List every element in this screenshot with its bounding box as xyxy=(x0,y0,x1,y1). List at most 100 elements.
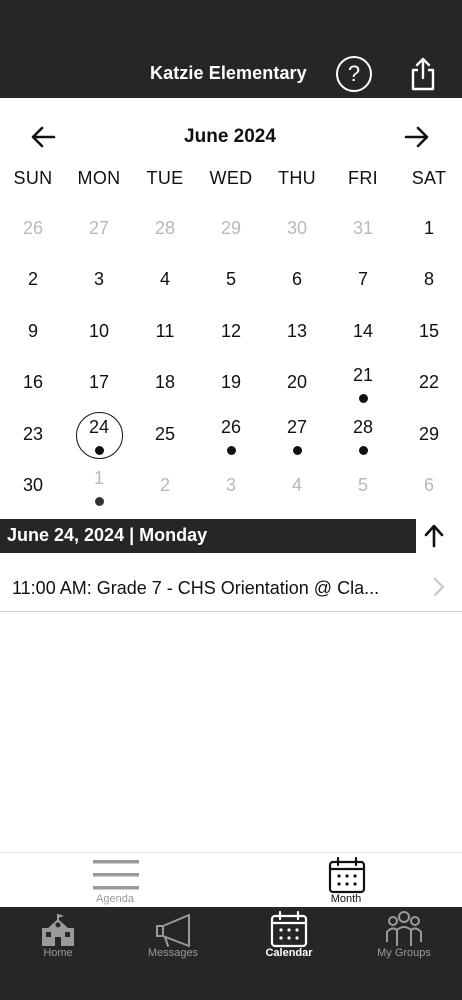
calendar-day[interactable]: 16 xyxy=(0,357,66,408)
calendar-day[interactable]: 27 xyxy=(66,203,132,254)
calendar-day[interactable]: 23 xyxy=(0,409,66,460)
calendar-day[interactable]: 26 xyxy=(0,203,66,254)
tab-my-groups[interactable]: My Groups xyxy=(346,907,462,967)
share-button[interactable] xyxy=(407,56,439,92)
day-number: 23 xyxy=(22,423,44,444)
calendar-day[interactable]: 27 xyxy=(264,409,330,460)
calendar-day[interactable]: 11 xyxy=(132,306,198,357)
weekday-label: SAT xyxy=(411,168,447,188)
school-title: Katzie Elementary xyxy=(150,63,307,83)
messages-label: Messages xyxy=(147,947,199,959)
weekday-label: WED xyxy=(209,168,253,188)
calendar-day[interactable]: 21 xyxy=(330,357,396,408)
calendar-day[interactable]: 29 xyxy=(396,409,462,460)
event-indicator-dot xyxy=(359,445,368,455)
day-number: 29 xyxy=(418,423,440,444)
collapse-calendar-button[interactable] xyxy=(420,522,448,550)
day-number: 16 xyxy=(22,372,44,393)
calendar-day[interactable]: 5 xyxy=(198,254,264,305)
calendar-day[interactable]: 30 xyxy=(264,203,330,254)
day-number: 29 xyxy=(220,218,242,238)
calendar-day[interactable]: 18 xyxy=(132,357,198,408)
groups-label: My Groups xyxy=(377,947,431,959)
day-number: 24 xyxy=(88,416,110,437)
day-number: 15 xyxy=(418,320,440,341)
calendar-day[interactable]: 6 xyxy=(396,460,462,511)
tab-calendar[interactable]: Calendar xyxy=(231,907,347,967)
agenda-view-tab[interactable]: Agenda xyxy=(65,853,165,908)
weekday-label: THU xyxy=(278,168,316,188)
previous-month-button[interactable] xyxy=(26,120,62,154)
calendar-day[interactable]: 29 xyxy=(198,203,264,254)
calendar-day[interactable]: 12 xyxy=(198,306,264,357)
calendar-day[interactable]: 3 xyxy=(66,254,132,305)
day-number: 25 xyxy=(154,423,176,444)
day-number: 30 xyxy=(22,474,44,495)
month-view-tab[interactable]: Month xyxy=(296,853,396,908)
calendar-day[interactable]: 28 xyxy=(330,409,396,460)
calendar-day[interactable]: 22 xyxy=(396,357,462,408)
view-switcher: Agenda Month xyxy=(0,852,462,907)
selected-date-label: June 24, 2024 | Monday xyxy=(7,525,208,545)
day-number: 26 xyxy=(220,416,242,437)
help-button[interactable]: ? xyxy=(336,56,372,92)
share-icon xyxy=(411,57,435,91)
bottom-tab-bar: Home Messages Calendar My Groups xyxy=(0,907,462,1000)
calendar-day[interactable]: 17 xyxy=(66,357,132,408)
calendar-day[interactable]: 25 xyxy=(132,409,198,460)
tab-messages[interactable]: Messages xyxy=(115,907,231,967)
calendar-day[interactable]: 4 xyxy=(264,460,330,511)
home-label: Home xyxy=(43,947,73,959)
selected-date-bar: June 24, 2024 | Monday xyxy=(0,519,416,553)
calendar-day[interactable]: 15 xyxy=(396,306,462,357)
calendar-day[interactable]: 1 xyxy=(66,460,132,511)
calendar-day-selected[interactable]: 24 xyxy=(66,409,132,460)
day-number: 5 xyxy=(357,474,368,495)
day-number: 30 xyxy=(286,218,308,238)
arrow-right-icon xyxy=(404,126,429,148)
calendar-day[interactable]: 2 xyxy=(132,460,198,511)
calendar-day[interactable]: 2 xyxy=(0,254,66,305)
day-number: 1 xyxy=(423,218,434,238)
calendar-day[interactable]: 7 xyxy=(330,254,396,305)
weekday-label: SUN xyxy=(13,168,53,188)
calendar-day[interactable]: 10 xyxy=(66,306,132,357)
day-number: 22 xyxy=(418,372,440,393)
day-number: 2 xyxy=(27,269,38,290)
day-number: 10 xyxy=(88,320,110,341)
day-number: 6 xyxy=(291,269,302,290)
calendar-day[interactable]: 1 xyxy=(396,203,462,254)
event-title: 11:00 AM: Grade 7 - CHS Orientation @ Cl… xyxy=(12,578,380,598)
day-number: 21 xyxy=(352,365,374,386)
day-number: 19 xyxy=(220,372,242,393)
calendar-day[interactable]: 30 xyxy=(0,460,66,511)
calendar-day[interactable]: 6 xyxy=(264,254,330,305)
day-number: 31 xyxy=(352,218,374,238)
day-number: 13 xyxy=(286,320,308,341)
event-indicator-dot xyxy=(95,445,104,455)
calendar-day[interactable]: 4 xyxy=(132,254,198,305)
calendar-day[interactable]: 19 xyxy=(198,357,264,408)
calendar-day[interactable]: 26 xyxy=(198,409,264,460)
app-header: Katzie Elementary ? xyxy=(0,0,462,98)
calendar-day[interactable]: 13 xyxy=(264,306,330,357)
calendar-day[interactable]: 3 xyxy=(198,460,264,511)
calendar-day[interactable]: 28 xyxy=(132,203,198,254)
next-month-button[interactable] xyxy=(398,120,434,154)
day-number: 27 xyxy=(286,416,308,437)
event-list-item[interactable]: 11:00 AM: Grade 7 - CHS Orientation @ Cl… xyxy=(0,563,462,612)
calendar-day[interactable]: 14 xyxy=(330,306,396,357)
calendar-day[interactable]: 20 xyxy=(264,357,330,408)
day-number: 3 xyxy=(93,269,104,290)
chevron-right-icon xyxy=(433,577,445,597)
day-number: 26 xyxy=(22,218,44,238)
calendar-grid-icon xyxy=(328,856,366,894)
calendar-day[interactable]: 5 xyxy=(330,460,396,511)
day-number: 6 xyxy=(423,474,434,495)
day-number: 9 xyxy=(27,320,38,341)
calendar-day[interactable]: 9 xyxy=(0,306,66,357)
tab-home[interactable]: Home xyxy=(0,907,116,967)
calendar-day[interactable]: 31 xyxy=(330,203,396,254)
calendar-week-row: 30 1 2 3 4 5 6 xyxy=(0,460,462,511)
calendar-day[interactable]: 8 xyxy=(396,254,462,305)
